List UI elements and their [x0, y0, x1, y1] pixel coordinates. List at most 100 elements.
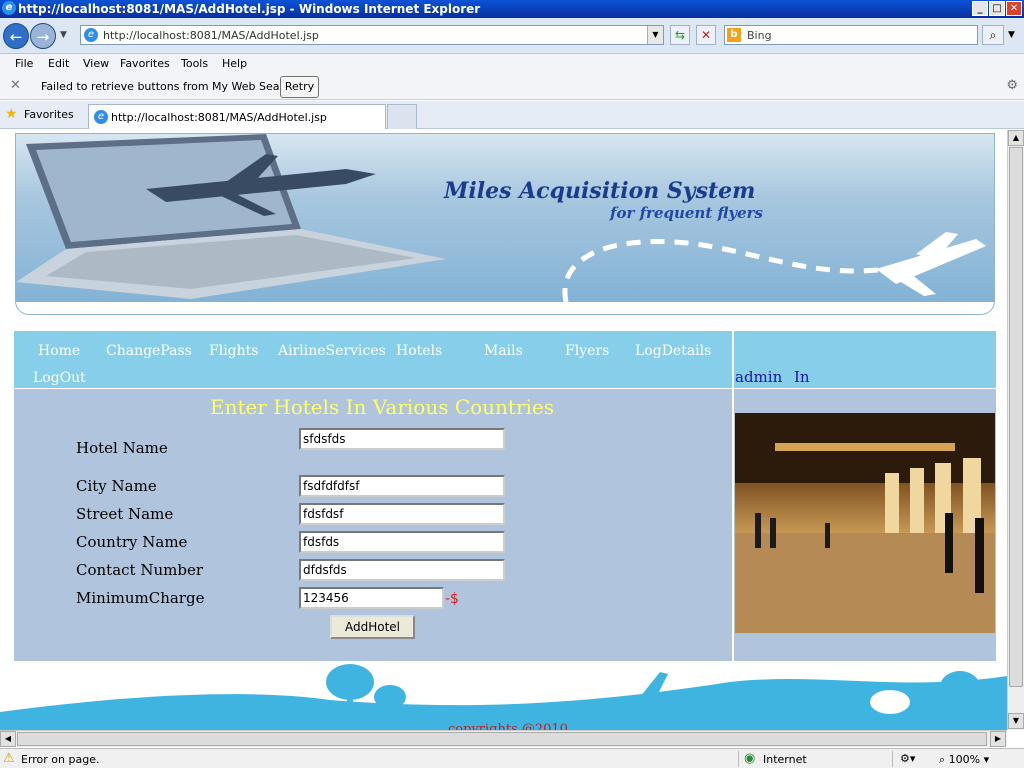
status-bar: ⚠ Error on page. ◉ Internet ⚙▾ ⌕ 100% ▾ — [0, 748, 1024, 768]
horizontal-scrollbar[interactable]: ◀ ▶ — [0, 730, 1007, 747]
vertical-scroll-thumb[interactable] — [1009, 147, 1023, 687]
menu-favorites[interactable]: Favorites — [120, 57, 170, 70]
nav-logout[interactable]: LogOut — [33, 370, 86, 386]
tab-page-icon: e — [94, 110, 108, 124]
dismiss-icon[interactable]: ✕ — [10, 78, 21, 93]
city-name-input[interactable] — [299, 475, 505, 497]
banner-bottom-strip — [16, 302, 994, 314]
protected-mode-icon[interactable]: ⚙▾ — [900, 752, 915, 765]
browser-tab[interactable]: e http://localhost:8081/MAS/AddHotel.jsp — [88, 104, 386, 129]
login-status: In — [794, 368, 810, 386]
nav-hotels[interactable]: Hotels — [396, 343, 442, 359]
search-box[interactable]: b Bing — [724, 25, 978, 45]
maximize-button[interactable]: □ — [989, 1, 1005, 16]
history-dropdown-icon[interactable]: ▼ — [60, 30, 67, 40]
nav-airlineservices[interactable]: AirlineServices — [278, 343, 386, 359]
scroll-down-icon[interactable]: ▼ — [1008, 713, 1024, 729]
footer-skyline-graphic — [0, 664, 1007, 730]
page-viewport: Miles Acquisition System for frequent fl… — [0, 130, 1007, 730]
status-separator — [892, 751, 893, 767]
city-name-label: City Name — [76, 477, 157, 495]
search-icon[interactable]: ⌕ — [982, 25, 1004, 45]
stop-button[interactable]: ✕ — [696, 25, 716, 45]
page-icon: e — [84, 28, 98, 42]
zone-label: Internet — [763, 753, 807, 766]
hotel-lobby-graphic — [735, 413, 995, 633]
add-hotel-button[interactable]: AddHotel — [330, 615, 415, 639]
back-button[interactable]: ← — [3, 23, 29, 49]
favorites-button[interactable]: Favorites — [24, 108, 74, 121]
banner-subtitle: for frequent flyers — [610, 204, 763, 222]
scroll-left-icon[interactable]: ◀ — [0, 731, 16, 747]
country-name-input[interactable] — [299, 531, 505, 553]
form-heading: Enter Hotels In Various Countries — [210, 395, 555, 419]
nav-logdetails[interactable]: LogDetails — [635, 343, 711, 359]
hotel-lobby-image — [735, 413, 995, 633]
minimum-charge-input[interactable] — [299, 587, 444, 609]
menu-help[interactable]: Help — [222, 57, 247, 70]
toolbar-message: Failed to retrieve buttons from My Web S… — [41, 80, 301, 93]
copyright-text: copyrights @2010 — [448, 722, 568, 730]
refresh-button[interactable]: ⇆ — [670, 25, 690, 45]
search-input[interactable]: Bing — [747, 29, 772, 42]
menu-view[interactable]: View — [83, 57, 109, 70]
navigation-toolbar: ← → ▼ e http://localhost:8081/MAS/AddHot… — [0, 18, 1024, 54]
warning-icon[interactable]: ⚠ — [3, 751, 15, 766]
security-zone[interactable]: ◉ Internet — [744, 751, 807, 766]
status-separator — [738, 751, 739, 767]
ie-logo-icon: e — [2, 1, 16, 15]
retry-button[interactable]: Retry — [280, 76, 319, 98]
toolbar-options-icon[interactable]: ⚙ — [1006, 78, 1018, 93]
nav-home[interactable]: Home — [38, 343, 80, 359]
nav-mails[interactable]: Mails — [484, 343, 523, 359]
menu-edit[interactable]: Edit — [48, 57, 69, 70]
menu-tools[interactable]: Tools — [181, 57, 208, 70]
forward-button[interactable]: → — [30, 23, 56, 49]
window-title: http://localhost:8081/MAS/AddHotel.jsp -… — [18, 2, 481, 16]
add-hotel-form: Enter Hotels In Various Countries Hotel … — [14, 389, 732, 661]
current-user: admin — [735, 368, 783, 386]
side-panel — [734, 389, 996, 661]
street-name-label: Street Name — [76, 505, 174, 523]
site-banner: Miles Acquisition System for frequent fl… — [15, 133, 995, 315]
currency-suffix: -$ — [445, 591, 459, 607]
search-options-icon[interactable]: ▼ — [1008, 30, 1015, 40]
menu-file[interactable]: File — [15, 57, 33, 70]
minimum-charge-label: MinimumCharge — [76, 589, 205, 607]
menu-bar: File Edit View Favorites Tools Help — [0, 54, 1024, 74]
page-footer: copyrights @2010 — [0, 662, 1007, 730]
scroll-up-icon[interactable]: ▲ — [1008, 130, 1024, 146]
new-tab-button[interactable] — [387, 104, 417, 129]
street-name-input[interactable] — [299, 503, 505, 525]
scroll-right-icon[interactable]: ▶ — [990, 731, 1006, 747]
horizontal-scroll-thumb[interactable] — [17, 732, 987, 746]
close-window-button[interactable]: ✕ — [1006, 1, 1022, 16]
flight-path — [562, 239, 917, 303]
nav-flights[interactable]: Flights — [209, 343, 258, 359]
banner-title: Miles Acquisition System — [444, 178, 756, 204]
toolbar-info-row: ✕ Failed to retrieve buttons from My Web… — [0, 74, 1024, 100]
site-navigation: Home ChangePass Flights AirlineServices … — [14, 331, 996, 388]
nav-flyers[interactable]: Flyers — [565, 343, 609, 359]
hotel-name-input[interactable] — [299, 428, 505, 450]
contact-number-label: Contact Number — [76, 561, 203, 579]
country-name-label: Country Name — [76, 533, 188, 551]
minimize-button[interactable]: _ — [972, 1, 988, 16]
tab-title[interactable]: http://localhost:8081/MAS/AddHotel.jsp — [111, 111, 327, 124]
nav-divider — [732, 331, 734, 388]
vertical-scrollbar[interactable]: ▲ ▼ — [1007, 130, 1024, 730]
globe-icon: ◉ — [744, 751, 756, 766]
status-message[interactable]: Error on page. — [21, 753, 99, 766]
address-url[interactable]: http://localhost:8081/MAS/AddHotel.jsp — [103, 29, 319, 42]
zoom-value: 100% — [948, 753, 981, 766]
contact-number-input[interactable] — [299, 559, 505, 581]
nav-changepass[interactable]: ChangePass — [106, 343, 192, 359]
banner-graphic — [16, 134, 986, 303]
address-dropdown-icon[interactable]: ▼ — [647, 26, 663, 44]
address-bar[interactable]: e http://localhost:8081/MAS/AddHotel.jsp… — [80, 25, 664, 45]
zoom-level[interactable]: ⌕ 100% ▾ — [939, 753, 989, 767]
favorites-star-icon[interactable]: ★ — [5, 106, 18, 122]
hotel-name-label: Hotel Name — [76, 439, 168, 457]
window-titlebar: e http://localhost:8081/MAS/AddHotel.jsp… — [0, 0, 1024, 18]
bing-logo-icon: b — [727, 28, 741, 42]
